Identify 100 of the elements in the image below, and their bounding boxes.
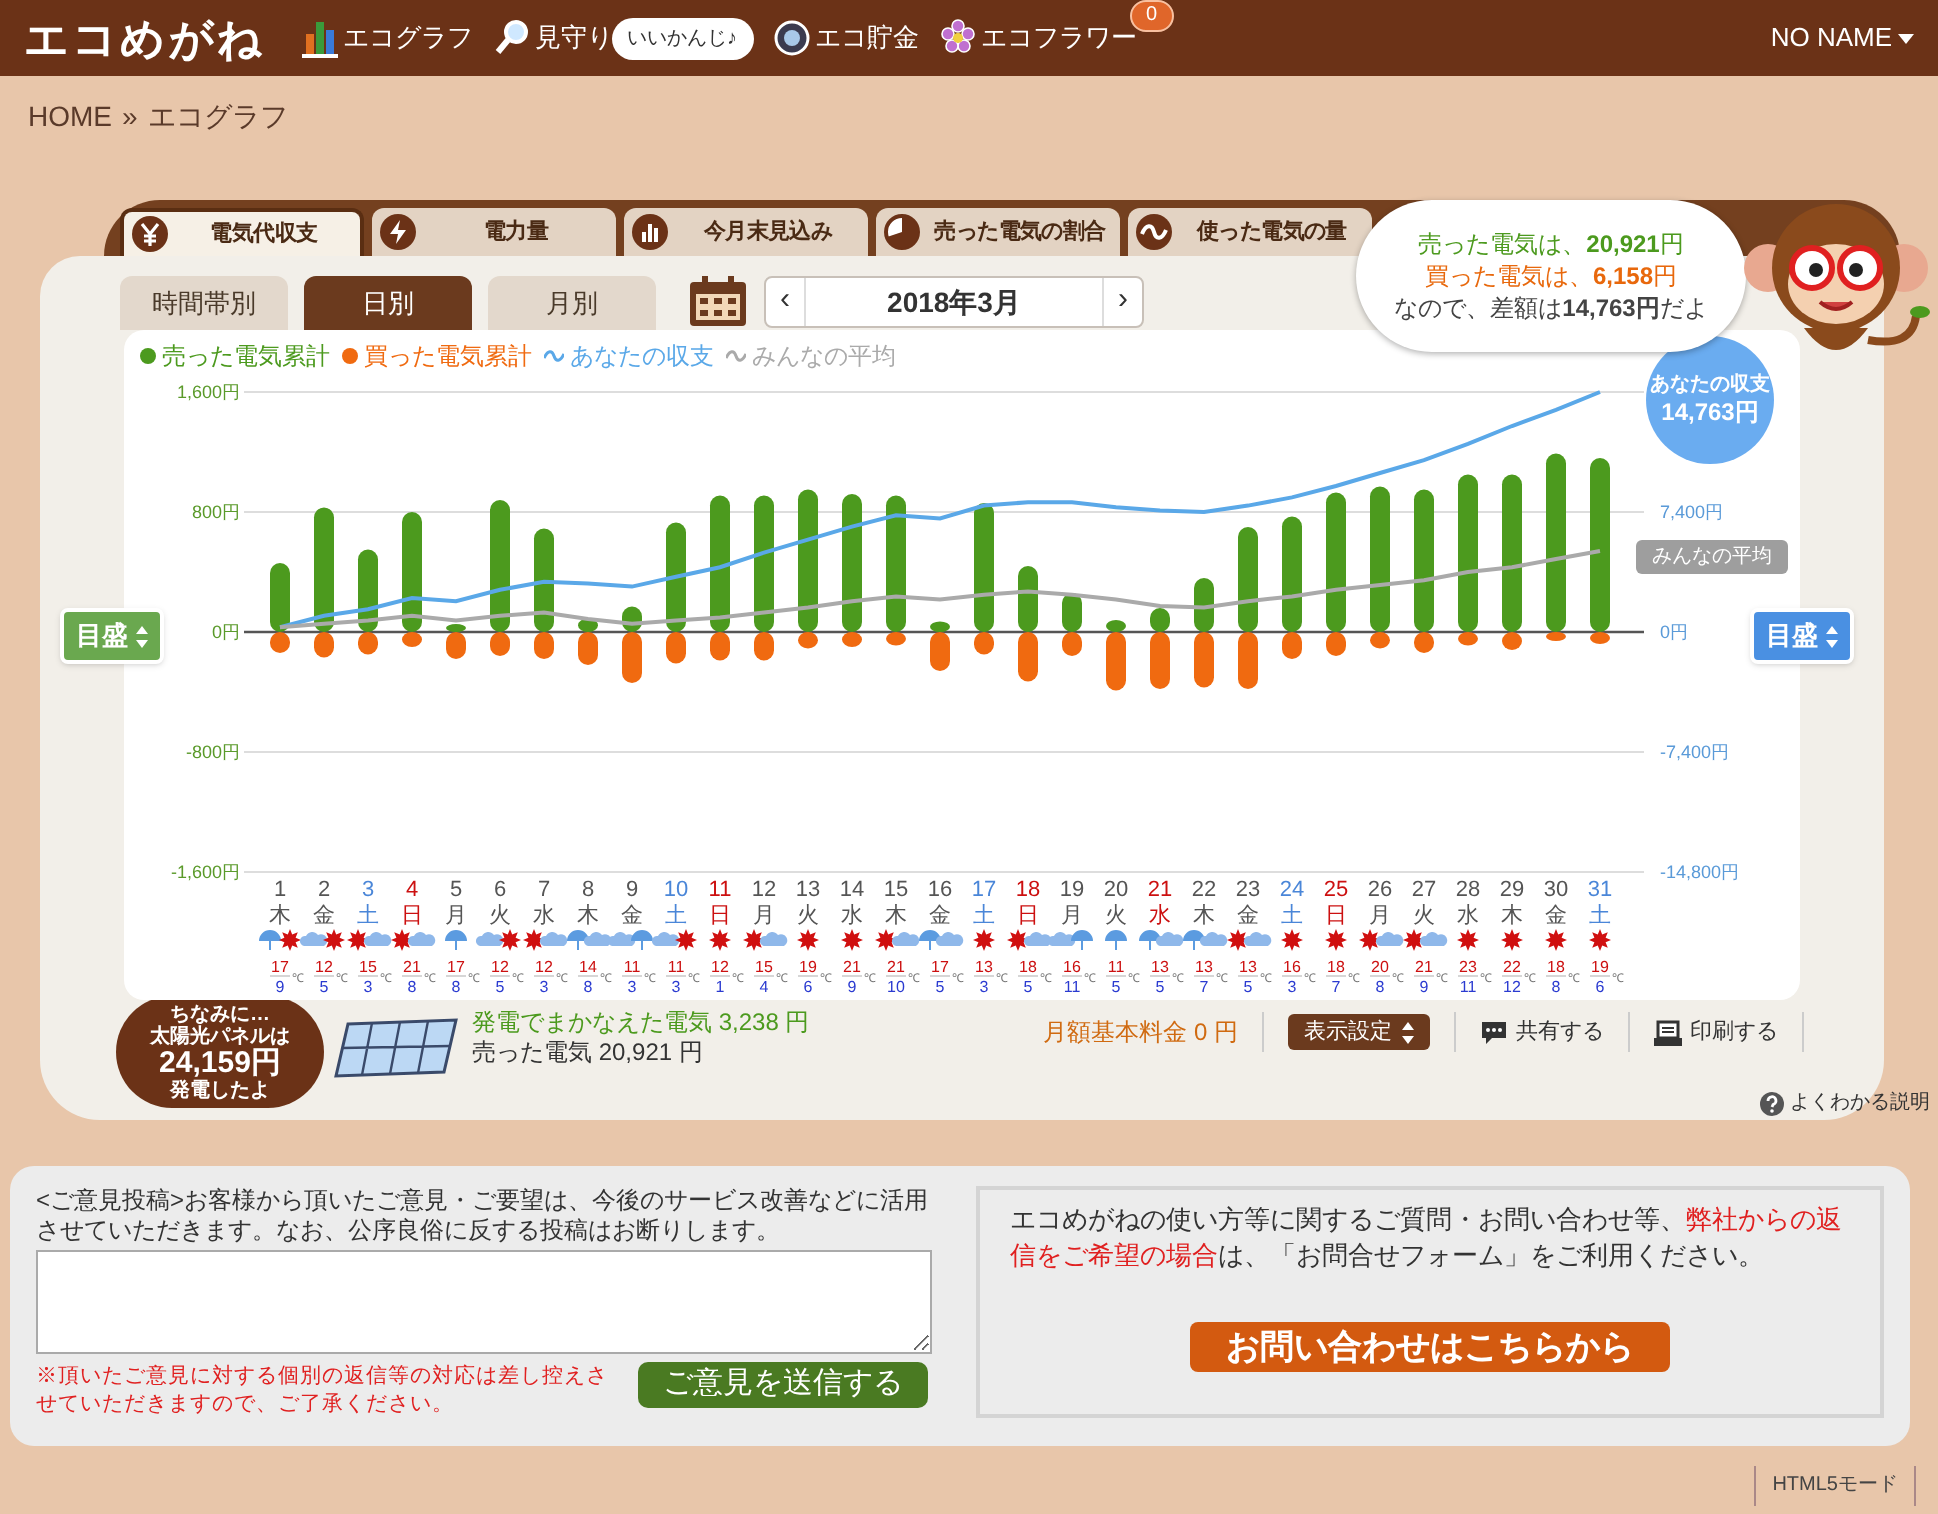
weekday-label: 火 [797,904,819,928]
chart-tab[interactable]: 売った電気の割合 [876,208,1120,256]
low-temperature: 3 [1287,978,1297,996]
cloud-icon [1199,932,1228,946]
umbrella-icon [445,930,467,950]
cloud-icon [651,932,680,946]
nav-link[interactable]: エコ貯金 [815,18,919,58]
umbrella-icon [567,930,589,950]
feedback-intro-text: <ご意見投稿>お客様から頂いたご意見・ご要望は、今後のサービス改善などに活用させていただきます。なお、公序良俗に反する投稿はお断りします。 [36,1186,931,1246]
low-temperature: 3 [627,978,637,996]
user-menu[interactable]: NO NAME [1770,18,1914,58]
coin-icon [773,18,809,58]
high-temperature: 23 [1459,958,1477,976]
day-number: 16 [927,878,953,902]
axis-label: 1,600円 [176,382,240,402]
nav-link[interactable]: エコグラフ [343,18,473,58]
day-number: 24 [1279,878,1305,902]
summary-line: 買った電気は、6,158円 [1424,260,1678,292]
breadcrumb-link[interactable]: HOME [28,96,112,200]
low-temperature: 5 [1155,978,1165,996]
feedback-input-field[interactable] [36,1250,932,1354]
high-temperature: 22 [1503,958,1521,976]
cloud-icon [1243,932,1272,946]
day-number: 23 [1235,878,1261,902]
low-temperature: 11 [1063,978,1081,996]
period-tab[interactable]: 日別 [304,276,472,330]
help-link[interactable]: よくわかる説明 [1760,1088,1930,1118]
low-temperature: 10 [887,978,905,996]
low-temperature: 5 [1111,978,1121,996]
chart-tab[interactable]: 今月末見込み [624,208,868,256]
balance-title: あなたの収支 [1650,374,1770,398]
umbrella-icon [259,930,281,950]
day-number: 14 [839,878,865,902]
high-temperature: 12 [315,958,333,976]
weekday-label: 金 [621,904,643,928]
chart-tab[interactable]: 電力量 [372,208,616,256]
weekday-label: 水 [1457,904,1479,928]
day-number: 10 [663,878,689,902]
weekday-label: 金 [1545,904,1567,928]
low-temperature: 7 [1199,978,1209,996]
send-feedback-button[interactable]: ご意見を送信する [638,1362,928,1408]
high-temperature: 11 [1107,958,1125,976]
average-tag: みんなの平均 [1636,540,1788,574]
period-tab[interactable]: 月別 [488,276,656,330]
sun-icon [323,929,345,951]
weekday-label: 水 [841,904,863,928]
weekday-label: 木 [1501,904,1523,928]
html5-mode-link[interactable]: HTML5モード [1754,1466,1916,1506]
weekday-label: 日 [1325,904,1347,928]
display-settings-select[interactable]: 表示設定 [1288,1014,1430,1050]
high-temperature: 13 [975,958,993,976]
low-temperature: 9 [1419,978,1429,996]
day-number: 25 [1323,878,1349,902]
next-month-button[interactable]: › [1102,277,1142,325]
weekday-label: 月 [753,904,775,928]
day-number: 15 [883,878,909,902]
sun-icon [1457,929,1479,951]
low-temperature: 12 [1503,978,1521,996]
sun-icon [1007,929,1029,951]
nav-link[interactable]: 見守り [535,18,613,58]
print-button[interactable]: 印刷する [1654,1015,1778,1049]
share-button[interactable]: 共有する [1480,1015,1604,1049]
period-tab[interactable]: 時間帯別 [120,276,288,330]
high-temperature: 14 [579,958,597,976]
low-temperature: 8 [407,978,417,996]
logo[interactable]: エコめがね [24,5,265,71]
previous-month-button[interactable]: ‹ [766,277,806,325]
cloud-icon [539,932,568,946]
weekday-label: 日 [401,904,423,928]
umbrella-icon [1183,930,1205,950]
weekday-label: 土 [1281,904,1303,928]
sun-icon [797,929,819,951]
bar [1194,578,1214,632]
high-temperature: 16 [1063,958,1081,976]
sun-icon [743,929,765,951]
high-temperature: 17 [447,958,465,976]
chart-tab[interactable]: 使った電気の量 [1128,208,1372,256]
chart-tab[interactable]: 電気代収支 [120,208,364,256]
day-number: 26 [1367,878,1393,902]
summary-line: 売った電気は、20,921円 [1418,228,1684,260]
solar-panel-icon [332,1016,460,1080]
sun-icon [1589,929,1611,951]
low-temperature: 8 [583,978,593,996]
low-temperature: 8 [1375,978,1385,996]
info-bubble-text: 24,159円 [159,1047,281,1079]
sun-icon [973,929,995,951]
high-temperature: 21 [1415,958,1433,976]
wave-icon [1136,214,1172,250]
base-fee-text: 月額基本料金 0 円 [1043,1016,1240,1050]
high-temperature: 12 [535,958,553,976]
high-temperature: 17 [271,958,289,976]
day-number: 13 [795,878,821,902]
low-temperature: 5 [935,978,945,996]
weekday-label: 日 [1017,904,1039,928]
sun-icon [875,929,897,951]
low-temperature: 11 [1459,978,1477,996]
legend-label: 売った電気累計 [162,339,330,373]
contact-button[interactable]: お問い合わせはこちらから [1190,1322,1670,1372]
day-number: 7 [537,878,551,902]
day-number: 11 [708,878,732,902]
